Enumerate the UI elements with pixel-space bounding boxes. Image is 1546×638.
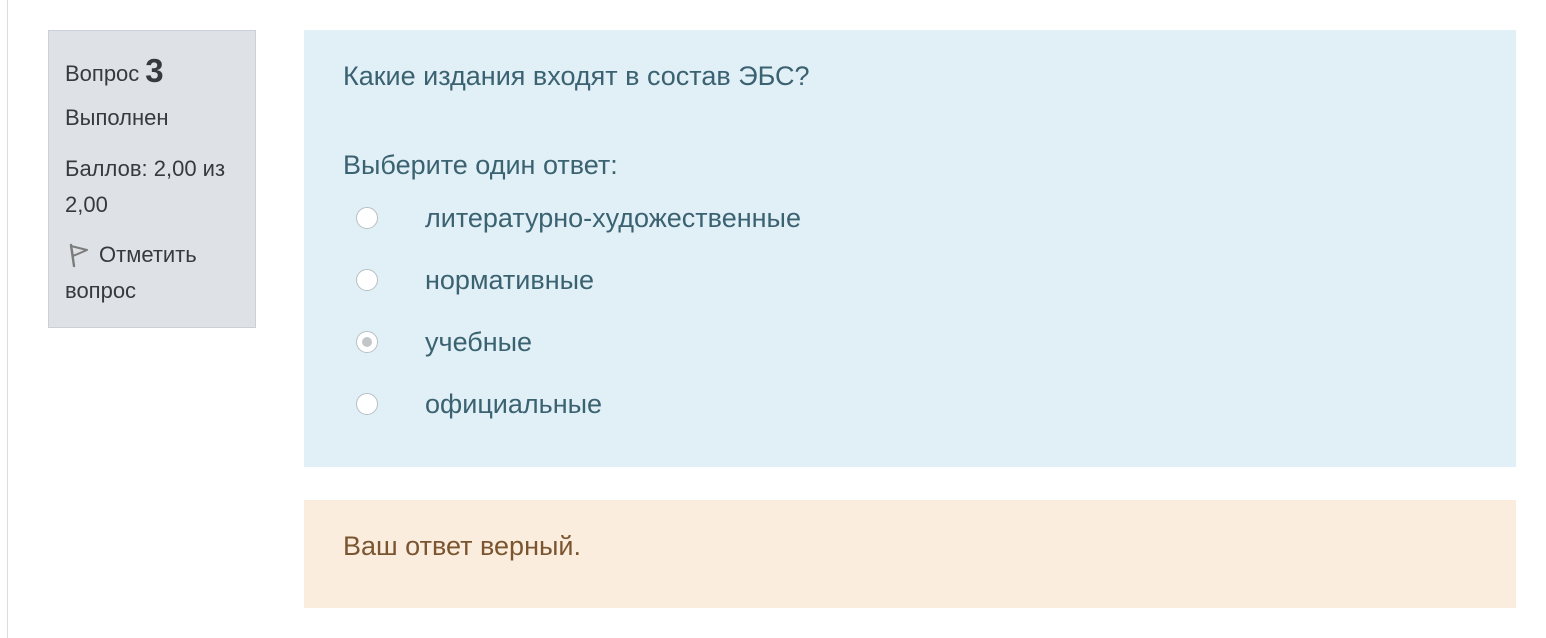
answer-label[interactable]: нормативные [425,260,594,300]
answer-radio-selected[interactable] [356,331,378,353]
page-left-border [7,0,8,638]
answer-option[interactable]: официальные [356,384,602,424]
answer-option[interactable]: литературно-художественные [356,198,801,238]
flag-label-line-2[interactable]: вопрос [65,273,239,309]
question-info-panel: Вопрос 3 Выполнен Баллов: 2,00 из 2,00 От… [48,30,256,328]
question-number: 3 [145,52,164,89]
question-text: Какие издания входят в состав ЭБС? [343,61,810,91]
grade-line-1: Баллов: 2,00 из [65,156,226,181]
answer-label[interactable]: официальные [425,384,602,424]
flag-question-link[interactable]: Отметить вопрос [65,237,239,309]
feedback-text: Ваш ответ верный. [343,531,581,561]
answer-radio[interactable] [356,269,378,291]
question-content: Какие издания входят в состав ЭБС? Выбер… [304,30,1516,467]
quiz-page: Вопрос 3 Выполнен Баллов: 2,00 из 2,00 От… [0,0,1546,638]
question-number-heading: Вопрос 3 [65,53,239,91]
answer-radio[interactable] [356,393,378,415]
question-word: Вопрос [65,61,140,86]
answer-prompt: Выберите один ответ: [343,150,618,180]
answer-option[interactable]: учебные [356,322,532,362]
answer-label[interactable]: учебные [425,322,532,362]
question-grade: Баллов: 2,00 из 2,00 [65,151,239,223]
flag-icon[interactable] [65,242,91,268]
flag-label-line-1[interactable]: Отметить [99,242,197,267]
answer-radio[interactable] [356,207,378,229]
grade-line-2: 2,00 [65,192,108,217]
feedback-panel: Ваш ответ верный. [304,500,1516,608]
question-state: Выполнен [65,105,169,130]
answer-label[interactable]: литературно-художественные [425,198,801,238]
answer-option[interactable]: нормативные [356,260,594,300]
